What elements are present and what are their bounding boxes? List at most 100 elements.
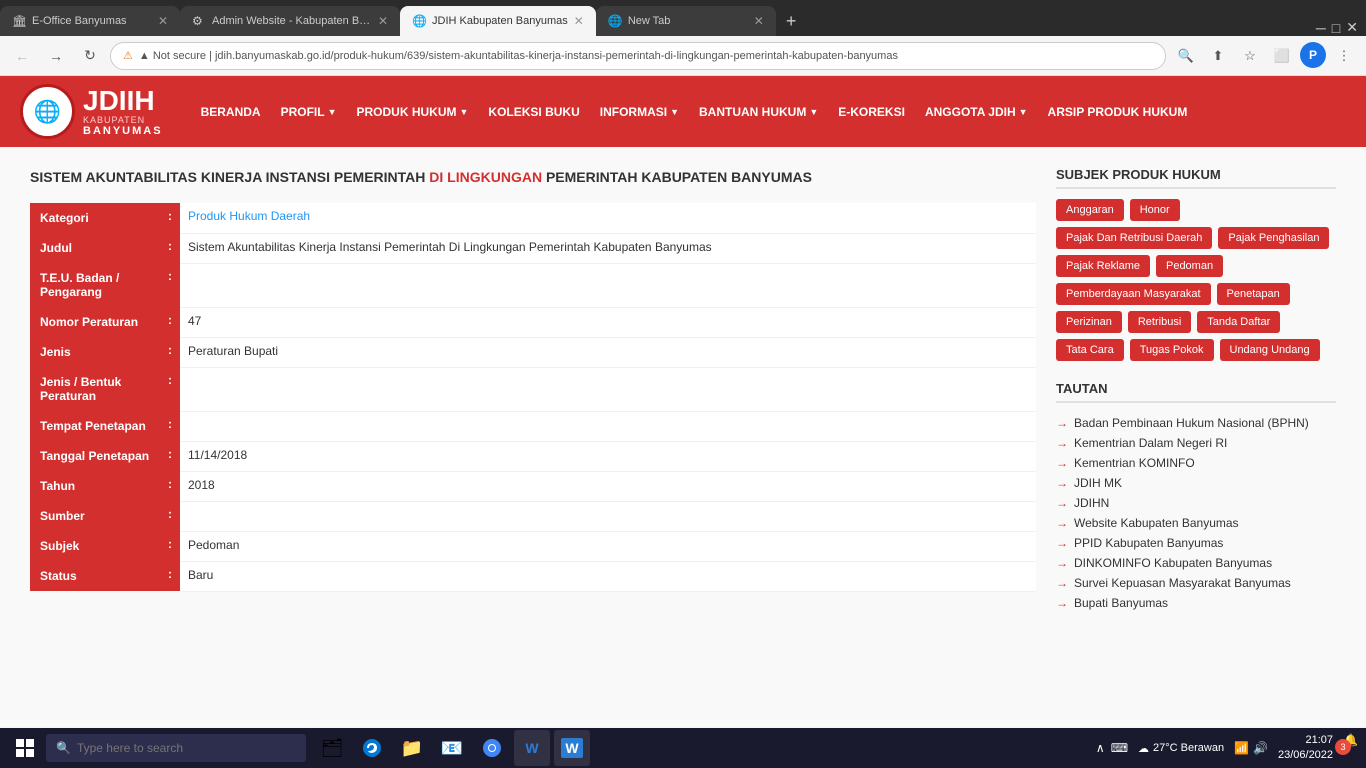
tag-pedoman[interactable]: Pedoman	[1156, 255, 1223, 277]
minimize-button[interactable]: ─	[1316, 20, 1326, 36]
tab-eoffice[interactable]: 🏛 E-Office Banyumas ✕	[0, 6, 180, 36]
tag-pajak-reklame[interactable]: Pajak Reklame	[1056, 255, 1150, 277]
address-bar[interactable]: ⚠ ▲ Not secure | jdih.banyumaskab.go.id/…	[110, 42, 1166, 70]
tab-title-admin: Admin Website - Kabupaten Ban...	[212, 15, 372, 27]
taskbar-app-explorer[interactable]: 🗂	[314, 730, 350, 766]
taskbar-app-word[interactable]: W	[514, 730, 550, 766]
tab-close-admin[interactable]: ✕	[378, 14, 388, 28]
tab-close-eoffice[interactable]: ✕	[158, 14, 168, 28]
tag-penetapan[interactable]: Penetapan	[1217, 283, 1290, 305]
network-icon[interactable]: 📶	[1234, 741, 1249, 755]
bookmark-button[interactable]: ☆	[1236, 42, 1264, 70]
link-kominfo[interactable]: → Kementrian KOMINFO	[1056, 453, 1336, 473]
label-sumber: Sumber	[30, 501, 160, 531]
forward-button[interactable]: →	[42, 42, 70, 70]
taskbar-right: ∧ ⌨ ☁ 27°C Berawan 📶 🔊 21:07 23/06/2022 …	[1096, 733, 1358, 764]
tag-tanda-daftar[interactable]: Tanda Daftar	[1197, 311, 1280, 333]
tag-tugas-pokok[interactable]: Tugas Pokok	[1130, 339, 1214, 361]
link-bphn[interactable]: → Badan Pembinaan Hukum Nasional (BPHN)	[1056, 413, 1336, 433]
content-right: SUBJEK PRODUK HUKUM Anggaran Honor Pajak…	[1056, 167, 1336, 707]
tab-admin[interactable]: ⚙ Admin Website - Kabupaten Ban... ✕	[180, 6, 400, 36]
share-button[interactable]: ⬆	[1204, 42, 1232, 70]
tag-honor[interactable]: Honor	[1130, 199, 1180, 221]
link-label-kominfo: Kementrian KOMINFO	[1074, 456, 1195, 470]
table-row: Tanggal Penetapan : 11/14/2018	[30, 441, 1036, 471]
table-row: Sumber :	[30, 501, 1036, 531]
arrow-icon-bupati: →	[1056, 596, 1068, 610]
keyboard-icon[interactable]: ⌨	[1111, 741, 1128, 755]
notification-button[interactable]: 🔔 3	[1343, 733, 1358, 763]
tab-favicon-newtab: 🌐	[608, 14, 622, 28]
chevron-up-icon[interactable]: ∧	[1096, 741, 1105, 755]
search-input[interactable]	[77, 741, 296, 755]
nav-bantuan-hukum[interactable]: BANTUAN HUKUM ▼	[691, 99, 826, 125]
tab-jdih[interactable]: 🌐 JDIH Kabupaten Banyumas ✕	[400, 6, 596, 36]
link-bupati[interactable]: → Bupati Banyumas	[1056, 593, 1336, 613]
tag-perizinan[interactable]: Perizinan	[1056, 311, 1122, 333]
arrow-icon-ppid: →	[1056, 536, 1068, 550]
table-row: Nomor Peraturan : 47	[30, 307, 1036, 337]
tag-retribusi[interactable]: Retribusi	[1128, 311, 1191, 333]
close-button[interactable]: ✕	[1346, 19, 1358, 36]
value-kategori: Produk Hukum Daerah	[180, 203, 1036, 233]
nav-ekoreksi[interactable]: E-KOREKSI	[830, 99, 913, 125]
profile-button[interactable]: P	[1300, 42, 1326, 68]
kategori-link[interactable]: Produk Hukum Daerah	[188, 209, 310, 223]
notification-area: 🔔 3	[1343, 733, 1358, 763]
volume-icon[interactable]: 🔊	[1253, 741, 1268, 755]
maximize-button[interactable]: □	[1332, 20, 1340, 36]
nav-beranda[interactable]: BERANDA	[193, 99, 269, 125]
taskbar-app-word2[interactable]: W	[554, 730, 590, 766]
link-kemendagri[interactable]: → Kementrian Dalam Negeri RI	[1056, 433, 1336, 453]
link-jdihn[interactable]: → JDIHN	[1056, 493, 1336, 513]
tab-close-jdih[interactable]: ✕	[574, 14, 584, 28]
nav-produk-hukum[interactable]: PRODUK HUKUM ▼	[348, 99, 476, 125]
label-jenis-bentuk: Jenis / Bentuk Peraturan	[30, 367, 160, 411]
site-header: 🌐 JDIIH KABUPATEN BANYUMAS BERANDA PROFI…	[0, 76, 1366, 147]
separator-nomor: :	[160, 307, 180, 337]
link-ppid[interactable]: → PPID Kabupaten Banyumas	[1056, 533, 1336, 553]
taskbar-search[interactable]: 🔍	[46, 734, 306, 762]
link-website-banyumas[interactable]: → Website Kabupaten Banyumas	[1056, 513, 1336, 533]
label-nomor: Nomor Peraturan	[30, 307, 160, 337]
label-tempat: Tempat Penetapan	[30, 411, 160, 441]
table-row: Judul : Sistem Akuntabilitas Kinerja Ins…	[30, 233, 1036, 263]
nav-arsip-produk-hukum[interactable]: ARSIP PRODUK HUKUM	[1040, 99, 1196, 125]
taskbar-app-chrome[interactable]	[474, 730, 510, 766]
search-icon: 🔍	[56, 741, 71, 755]
tag-undang-undang[interactable]: Undang Undang	[1220, 339, 1320, 361]
screenshot-button[interactable]: ⬜	[1268, 42, 1296, 70]
tag-tata-cara[interactable]: Tata Cara	[1056, 339, 1124, 361]
value-tempat	[180, 411, 1036, 441]
search-web-button[interactable]: 🔍	[1172, 42, 1200, 70]
tab-close-newtab[interactable]: ✕	[754, 14, 764, 28]
tag-pajak-penghasilan[interactable]: Pajak Penghasilan	[1218, 227, 1329, 249]
more-options-button[interactable]: ⋮	[1330, 42, 1358, 70]
nav-anggota-jdih[interactable]: ANGGOTA JDIH ▼	[917, 99, 1036, 125]
label-tanggal: Tanggal Penetapan	[30, 441, 160, 471]
link-dinkominfo[interactable]: → DINKOMINFO Kabupaten Banyumas	[1056, 553, 1336, 573]
start-button[interactable]	[8, 735, 42, 761]
taskbar-app-edge[interactable]	[354, 730, 390, 766]
main-content: SISTEM AKUNTABILITAS KINERJA INSTANSI PE…	[0, 147, 1366, 727]
back-button[interactable]: ←	[8, 42, 36, 70]
link-survei[interactable]: → Survei Kepuasan Masyarakat Banyumas	[1056, 573, 1336, 593]
separator-judul: :	[160, 233, 180, 263]
reload-button[interactable]: ↻	[76, 42, 104, 70]
tag-pajak-retribusi[interactable]: Pajak Dan Retribusi Daerah	[1056, 227, 1212, 249]
nav-profil[interactable]: PROFIL ▼	[273, 99, 345, 125]
nav-right-icons: 🔍 ⬆ ☆ ⬜ P ⋮	[1172, 42, 1358, 70]
link-jdihmk[interactable]: → JDIH MK	[1056, 473, 1336, 493]
tag-pemberdayaan[interactable]: Pemberdayaan Masyarakat	[1056, 283, 1211, 305]
taskbar-app-mail[interactable]: 📧	[434, 730, 470, 766]
taskbar-app-files[interactable]: 📁	[394, 730, 430, 766]
add-tab-button[interactable]: +	[776, 6, 807, 36]
label-teu: T.E.U. Badan / Pengarang	[30, 263, 160, 307]
tab-newtab[interactable]: 🌐 New Tab ✕	[596, 6, 776, 36]
table-row: Status : Baru	[30, 561, 1036, 591]
nav-informasi[interactable]: INFORMASI ▼	[592, 99, 687, 125]
volume-network-area: 📶 🔊	[1234, 741, 1268, 755]
tag-anggaran[interactable]: Anggaran	[1056, 199, 1124, 221]
nav-koleksi-buku[interactable]: KOLEKSI BUKU	[480, 99, 587, 125]
tab-favicon-jdih: 🌐	[412, 14, 426, 28]
